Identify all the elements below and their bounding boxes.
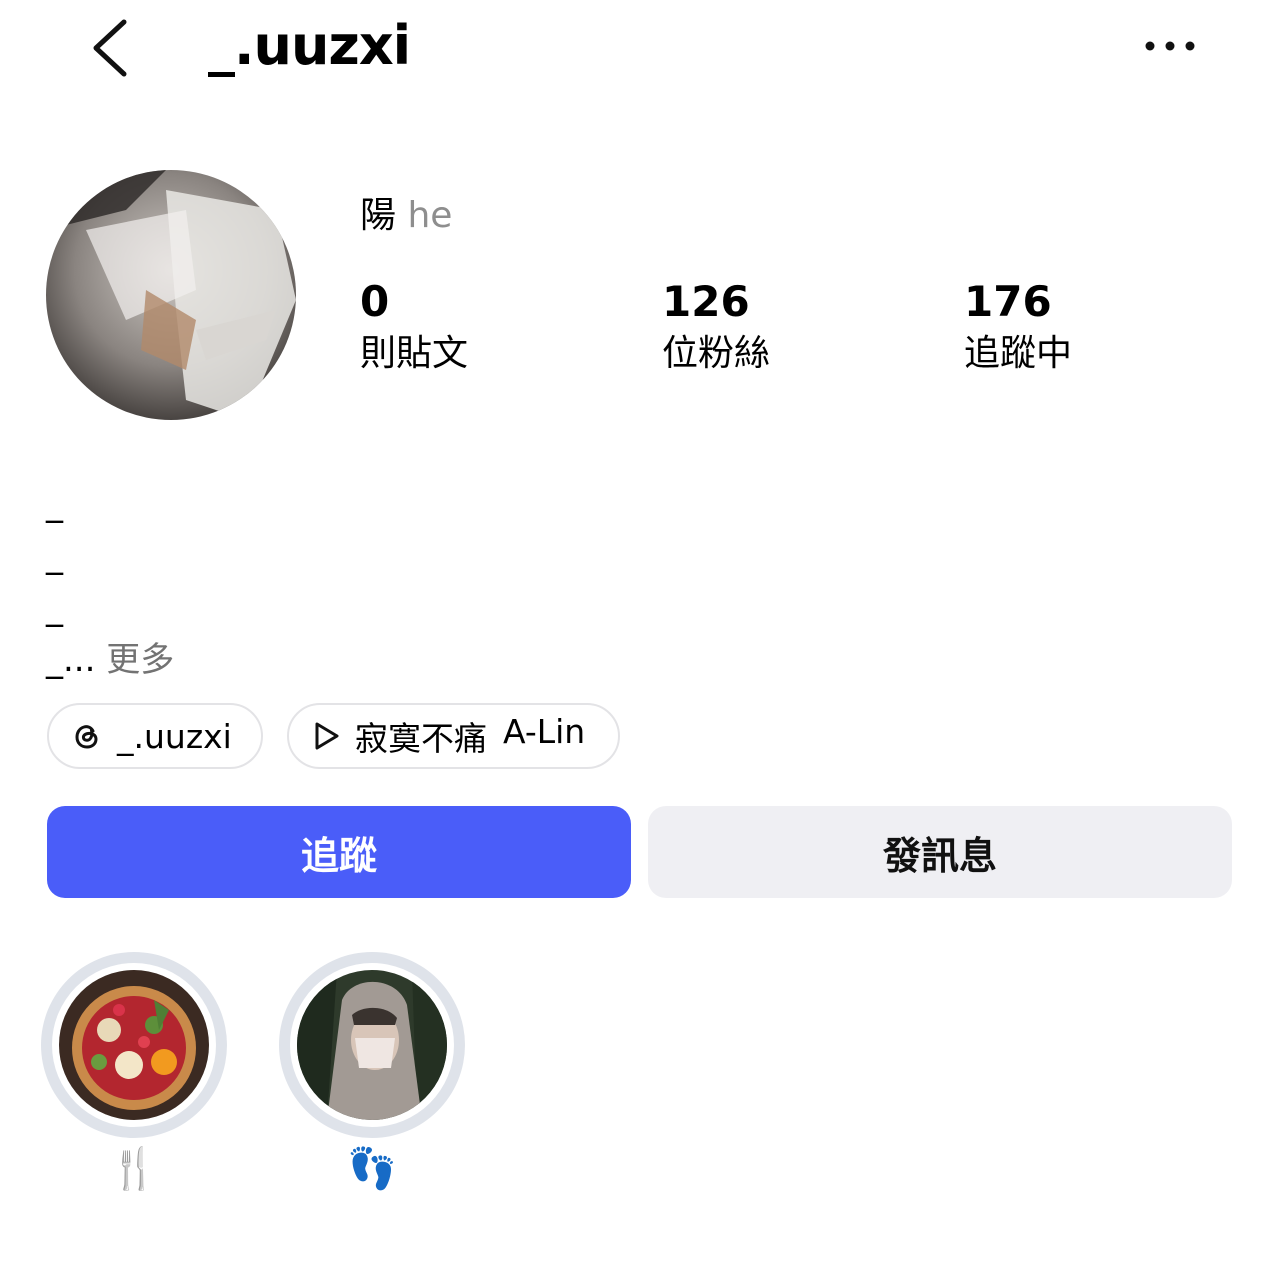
more-horizontal-icon: [1145, 41, 1195, 51]
followers-stat[interactable]: 126 位粉絲: [662, 276, 770, 380]
following-count: 176: [964, 277, 1052, 326]
followers-label: 位粉絲: [662, 333, 771, 374]
song-title: 寂寞不痛: [355, 719, 487, 758]
threads-handle: _.uuzxi: [117, 716, 232, 756]
music-chip[interactable]: 寂寞不痛 A-Lin: [287, 703, 620, 769]
highlight-cover-image: [59, 970, 209, 1120]
message-button[interactable]: 發訊息: [648, 806, 1232, 898]
threads-link-chip[interactable]: _.uuzxi: [47, 703, 263, 769]
highlight-cover-image: [297, 970, 447, 1120]
bio-last-line: _...: [46, 640, 96, 680]
follow-button[interactable]: 追蹤: [47, 806, 631, 898]
back-button[interactable]: [86, 16, 136, 80]
display-name: 陽 he: [360, 190, 452, 242]
following-stat[interactable]: 176 追蹤中: [964, 276, 1072, 380]
posts-count: 0: [360, 277, 390, 326]
profile-avatar[interactable]: [46, 170, 296, 420]
bio-line: _: [46, 484, 63, 524]
bio: _ _ _ _... 更多: [46, 478, 174, 686]
highlight-label-fork-knife: 🍴: [109, 1146, 159, 1192]
play-icon: [315, 722, 339, 750]
chevron-left-icon: [93, 19, 127, 77]
story-highlight-travel[interactable]: [279, 952, 465, 1138]
posts-stat[interactable]: 0 則貼文: [360, 276, 468, 380]
followers-count: 126: [662, 277, 750, 326]
more-options-button[interactable]: [1140, 28, 1200, 64]
song-artist: A-Lin: [503, 712, 586, 751]
threads-icon: [75, 725, 98, 749]
highlight-label-footprints: 👣: [347, 1146, 397, 1192]
bio-line: _: [46, 588, 63, 628]
display-name-cjk: 陽: [360, 195, 397, 236]
display-name-latin: he: [407, 195, 453, 236]
story-highlight-food[interactable]: [41, 952, 227, 1138]
header-username: _.uuzxi: [208, 14, 411, 77]
bio-more-link[interactable]: 更多: [106, 640, 174, 680]
posts-label: 則貼文: [360, 333, 469, 374]
following-label: 追蹤中: [964, 333, 1073, 374]
bio-line: _: [46, 536, 63, 576]
